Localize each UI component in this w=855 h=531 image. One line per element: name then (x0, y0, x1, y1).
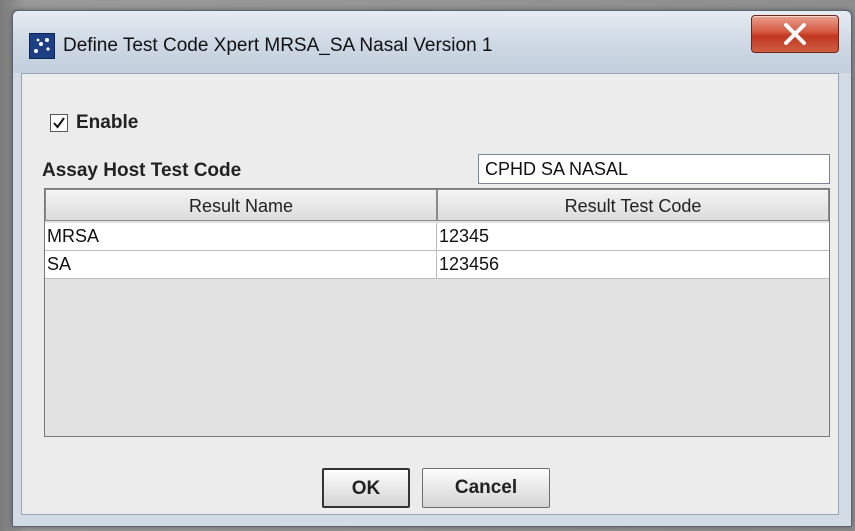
cell-result-name[interactable]: MRSA (45, 223, 437, 250)
column-header-result-test-code[interactable]: Result Test Code (437, 189, 829, 221)
close-icon (784, 23, 806, 45)
app-window-icon (29, 33, 55, 59)
enable-checkbox[interactable] (50, 114, 68, 132)
checkmark-icon (53, 117, 65, 129)
host-test-code-label: Assay Host Test Code (42, 160, 242, 181)
title-bar[interactable]: Define Test Code Xpert MRSA_SA Nasal Ver… (13, 11, 851, 73)
table-header: Result Name Result Test Code (45, 189, 829, 223)
column-header-result-name[interactable]: Result Name (45, 189, 437, 221)
cell-result-test-code[interactable]: 123456 (437, 251, 829, 278)
close-button[interactable] (751, 15, 839, 53)
table-row[interactable]: SA 123456 (45, 251, 829, 279)
cancel-button[interactable]: Cancel (422, 468, 550, 508)
dialog-window: Define Test Code Xpert MRSA_SA Nasal Ver… (12, 10, 852, 527)
ok-button[interactable]: OK (322, 468, 410, 508)
cell-result-name[interactable]: SA (45, 251, 437, 278)
window-title: Define Test Code Xpert MRSA_SA Nasal Ver… (63, 35, 493, 56)
dialog-content: Enable Assay Host Test Code Result Name … (21, 73, 839, 515)
host-test-code-input[interactable] (478, 154, 830, 184)
table-row[interactable]: MRSA 12345 (45, 223, 829, 251)
cell-result-test-code[interactable]: 12345 (437, 223, 829, 250)
result-table: Result Name Result Test Code MRSA 12345 … (44, 188, 830, 437)
enable-label[interactable]: Enable (76, 112, 138, 134)
